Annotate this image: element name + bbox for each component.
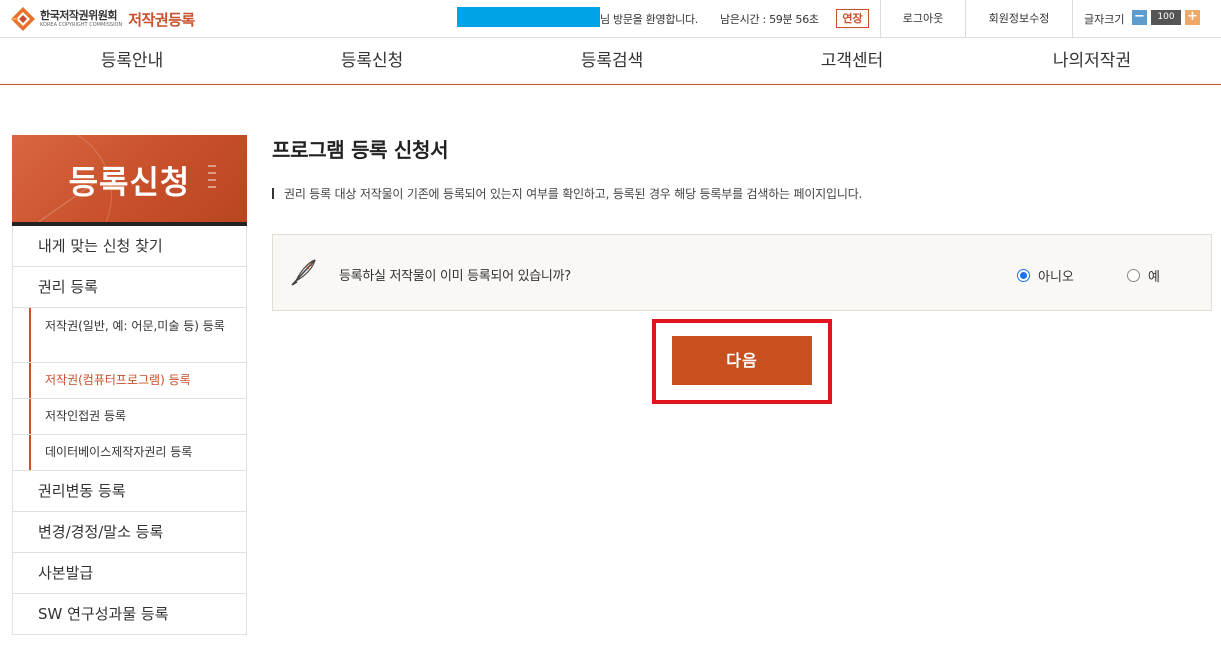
font-size-control: 글자크기 − 100 + <box>1072 0 1221 38</box>
welcome-text: 님 방문을 환영합니다. <box>600 13 698 26</box>
logout-link[interactable]: 로그아웃 <box>880 0 965 38</box>
description-text: 권리 등록 대상 저작물이 기존에 등록되어 있는지 여부를 확인하고, 등록된… <box>284 187 863 201</box>
font-size-value: 100 <box>1151 10 1181 25</box>
sidebar-subitem-neighboring-rights[interactable]: 저작인접권 등록 <box>13 399 246 435</box>
sidebar-subitem-database-rights[interactable]: 데이터베이스제작자권리 등록 <box>13 435 246 471</box>
nav-item-search[interactable]: 등록검색 <box>532 38 692 84</box>
radio-option-no[interactable]: 아니오 <box>1017 266 1074 285</box>
radio-no-input[interactable] <box>1017 269 1030 282</box>
radio-no-label[interactable]: 아니오 <box>1038 266 1074 285</box>
registration-question: 등록하실 저작물이 이미 등록되어 있습니까? <box>339 269 571 284</box>
service-name: 저작권등록 <box>128 10 195 29</box>
logo-english-text: KOREA COPYRIGHT COMMISSION <box>40 22 123 28</box>
nav-item-my-copyright[interactable]: 나의저작권 <box>1012 38 1172 84</box>
sidebar-subitem-program-copyright[interactable]: 저작권(컴퓨터프로그램) 등록 <box>13 363 246 399</box>
sidebar-menu: 내게 맞는 신청 찾기 권리 등록 저작권(일반, 예: 어문,미술 등) 등록… <box>12 226 247 635</box>
radio-option-yes[interactable]: 예 <box>1127 266 1160 285</box>
sidebar-item-copy-issue[interactable]: 사본발급 <box>13 553 246 594</box>
sidebar-item-rights-registration[interactable]: 권리 등록 <box>13 267 246 308</box>
user-name-redacted <box>457 7 600 27</box>
sidebar-item-rights-change[interactable]: 권리변동 등록 <box>13 471 246 512</box>
nav-item-customer-center[interactable]: 고객센터 <box>772 38 932 84</box>
font-increase-button[interactable]: + <box>1185 10 1200 25</box>
page-title: 프로그램 등록 신청서 <box>272 138 449 162</box>
next-button[interactable]: 다음 <box>672 336 812 385</box>
font-size-label: 글자크기 <box>1084 13 1125 26</box>
extend-session-button[interactable]: 연장 <box>836 9 869 28</box>
page-description: 권리 등록 대상 저작물이 기존에 등록되어 있는지 여부를 확인하고, 등록된… <box>272 185 862 202</box>
registration-question-box: 등록하실 저작물이 이미 등록되어 있습니까? 아니오 예 <box>272 234 1212 311</box>
site-logo[interactable]: 한국저작권위원회 KOREA COPYRIGHT COMMISSION 저작권등… <box>10 6 195 32</box>
nav-item-apply[interactable]: 등록신청 <box>292 38 452 84</box>
quill-pen-icon <box>287 254 323 290</box>
remaining-time: 남은시간 : 59분 56초 <box>720 13 819 26</box>
logo-korean-text: 한국저작권위원회 <box>40 9 117 22</box>
description-bar <box>272 188 274 199</box>
banner-lines-decoration <box>208 165 216 193</box>
sidebar-item-modify-correct-cancel[interactable]: 변경/경정/말소 등록 <box>13 512 246 553</box>
top-utility-bar: 한국저작권위원회 KOREA COPYRIGHT COMMISSION 저작권등… <box>0 0 1221 38</box>
sidebar-banner: 등록신청 <box>12 135 247 226</box>
font-decrease-button[interactable]: − <box>1132 10 1147 25</box>
radio-yes-label[interactable]: 예 <box>1148 266 1160 285</box>
logo-mark-icon <box>10 6 36 32</box>
sidebar-subitem-general-copyright[interactable]: 저작권(일반, 예: 어문,미술 등) 등록 <box>13 308 246 363</box>
radio-yes-input[interactable] <box>1127 269 1140 282</box>
nav-item-guide[interactable]: 등록안내 <box>52 38 212 84</box>
sidebar-item-sw-research[interactable]: SW 연구성과물 등록 <box>13 594 246 635</box>
member-edit-link[interactable]: 회원정보수정 <box>965 0 1072 38</box>
sidebar-item-find-application[interactable]: 내게 맞는 신청 찾기 <box>13 226 246 267</box>
main-navigation: 등록안내 등록신청 등록검색 고객센터 나의저작권 <box>0 38 1221 85</box>
